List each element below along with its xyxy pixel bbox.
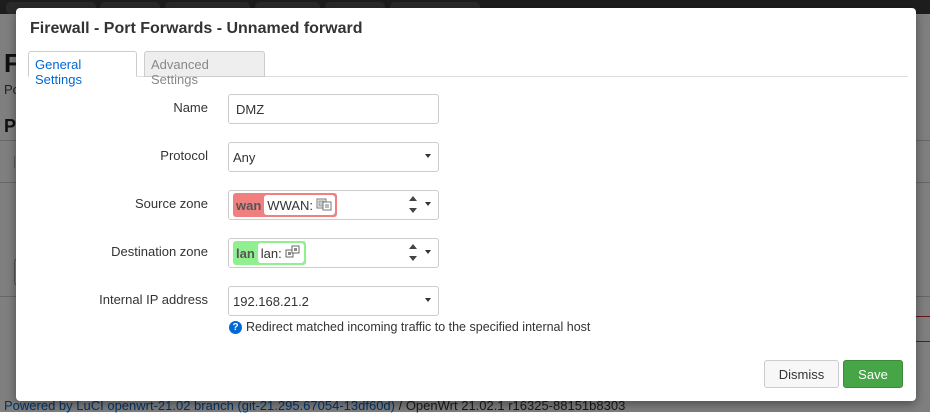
tab-advanced-settings[interactable]: Advanced Settings xyxy=(144,51,265,87)
chevron-down-icon xyxy=(425,250,431,254)
destination-zone-badge[interactable]: lan lan: xyxy=(233,241,306,265)
protocol-select[interactable]: Any xyxy=(228,142,439,172)
arrow-up-icon xyxy=(409,244,417,249)
port-forward-dialog: Firewall - Port Forwards - Unnamed forwa… xyxy=(16,8,916,401)
protocol-label: Protocol xyxy=(160,148,208,163)
source-zone-scroller[interactable] xyxy=(408,193,418,217)
destination-zone-networks: lan: xyxy=(257,243,304,263)
wireless-icon xyxy=(316,197,332,214)
chevron-down-icon xyxy=(425,202,431,206)
destination-zone-select[interactable]: lan lan: xyxy=(228,238,439,268)
source-zone-name: wan xyxy=(236,197,262,213)
source-zone-select[interactable]: wan WWAN: xyxy=(228,190,439,220)
source-zone-badge[interactable]: wan WWAN: xyxy=(233,193,338,217)
arrow-up-icon xyxy=(409,196,417,201)
source-zone-networks: WWAN: xyxy=(264,195,336,215)
destination-zone-network-label: lan: xyxy=(260,245,282,261)
arrow-down-icon xyxy=(409,256,417,261)
arrow-down-icon xyxy=(409,208,417,213)
chevron-down-icon xyxy=(425,298,431,302)
source-zone-label: Source zone xyxy=(135,196,208,211)
tab-general-settings[interactable]: General Settings xyxy=(28,51,137,87)
internal-ip-label: Internal IP address xyxy=(99,292,208,307)
internal-ip-hint-text: Redirect matched incoming traffic to the… xyxy=(246,320,591,334)
internal-ip-hint: ? Redirect matched incoming traffic to t… xyxy=(229,320,590,334)
name-row: Name xyxy=(16,93,916,125)
protocol-row: Protocol Any xyxy=(16,141,916,173)
dialog-tabs: General Settings Advanced Settings xyxy=(28,51,908,87)
source-zone-network-label: WWAN: xyxy=(267,197,314,213)
dialog-title: Firewall - Port Forwards - Unnamed forwa… xyxy=(30,20,363,37)
internal-ip-row: Internal IP address 192.168.21.2 xyxy=(16,285,916,317)
destination-zone-scroller[interactable] xyxy=(408,241,418,265)
chevron-down-icon xyxy=(425,154,431,158)
protocol-selected-value: Any xyxy=(233,150,256,165)
destination-zone-row: Destination zone lan lan: xyxy=(16,237,916,269)
ethernet-icon xyxy=(285,245,301,262)
source-zone-row: Source zone wan WWAN: xyxy=(16,189,916,221)
internal-ip-select[interactable]: 192.168.21.2 xyxy=(228,286,439,316)
name-input[interactable] xyxy=(229,95,438,123)
save-button[interactable]: Save xyxy=(843,360,903,388)
help-icon: ? xyxy=(229,320,242,334)
dismiss-button[interactable]: Dismiss xyxy=(764,360,839,388)
name-label: Name xyxy=(173,100,208,115)
destination-zone-name: lan xyxy=(236,245,255,261)
name-field xyxy=(228,94,439,124)
internal-ip-selected-value: 192.168.21.2 xyxy=(233,294,309,309)
destination-zone-label: Destination zone xyxy=(111,244,208,259)
